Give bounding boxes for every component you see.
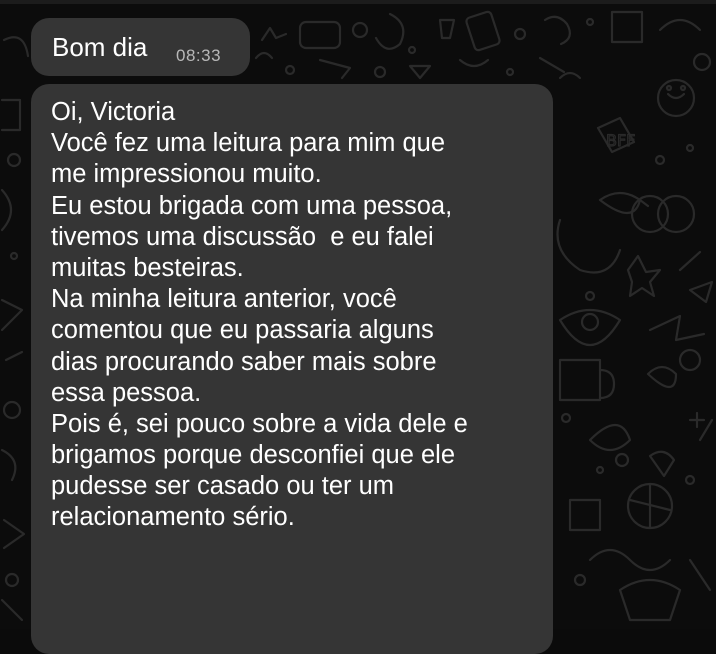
message-bubble-long[interactable]: Oi, Victoria Você fez uma leitura para m… xyxy=(31,84,553,654)
message-body: Oi, Victoria Você fez uma leitura para m… xyxy=(51,97,468,534)
message-bubble-greeting[interactable]: Bom dia 08:33 xyxy=(31,18,250,76)
message-line: brigamos porque desconfiei que ele xyxy=(51,441,456,470)
message-line: dias procurando saber mais sobre xyxy=(51,347,437,376)
svg-text:BFF: BFF xyxy=(606,131,635,150)
message-line: pudesse ser casado ou ter um xyxy=(51,472,395,501)
message-line: muitas besteiras. xyxy=(51,253,244,282)
message-line: Oi, Victoria xyxy=(51,98,176,126)
message-line: essa pessoa. xyxy=(51,378,202,407)
message-line: tivemos uma discussão e eu falei xyxy=(51,222,434,251)
message-line: Pois é, sei pouco sobre a vida dele e xyxy=(51,409,468,438)
message-line: me impressionou muito. xyxy=(51,160,322,189)
message-timestamp: 08:33 xyxy=(176,46,222,65)
message-line: relacionamento sério. xyxy=(51,503,295,532)
message-line: Você fez uma leitura para mim que xyxy=(51,129,446,158)
top-edge-strip xyxy=(0,0,716,4)
message-line: Eu estou brigada com uma pessoa, xyxy=(51,191,453,220)
message-line: Na minha leitura anterior, você xyxy=(51,285,397,314)
message-text: Bom dia xyxy=(52,32,148,62)
message-line: comentou que eu passaria alguns xyxy=(51,316,434,345)
